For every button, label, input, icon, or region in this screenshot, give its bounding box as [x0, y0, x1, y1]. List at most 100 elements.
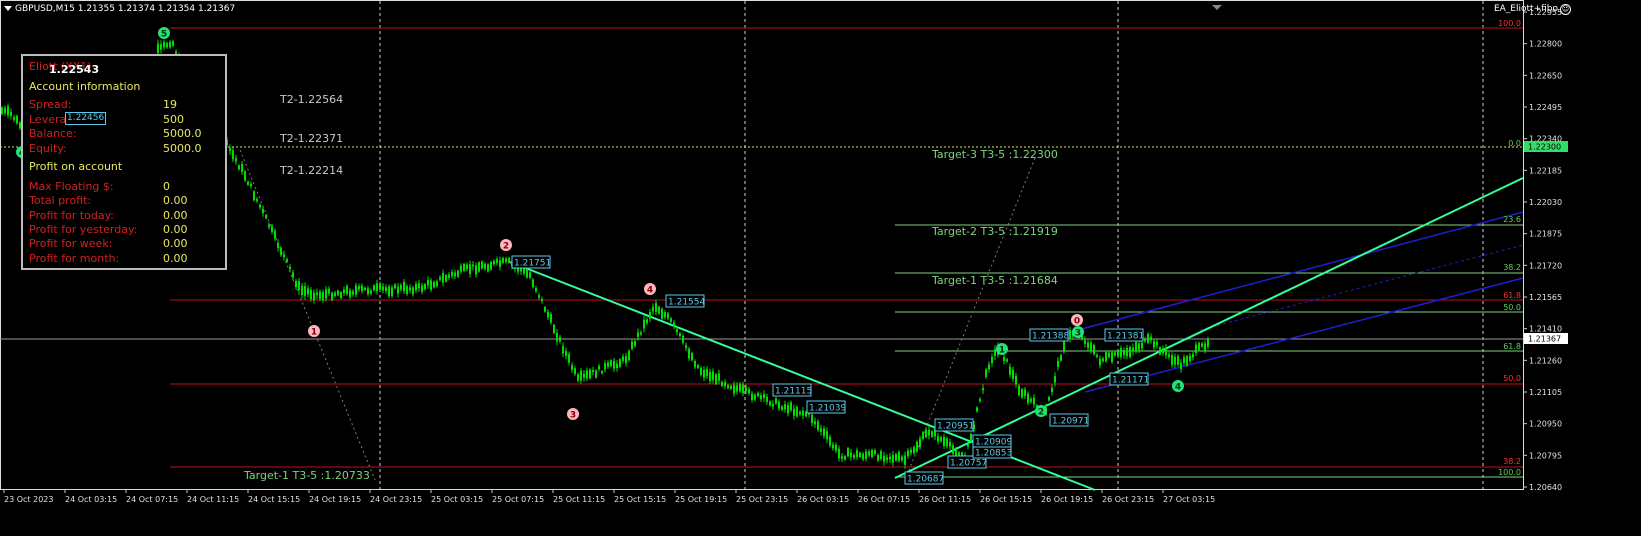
- candle-body: [592, 369, 594, 373]
- candle-body: [265, 215, 267, 219]
- candle-body: [1009, 366, 1011, 375]
- candle-body: [1162, 348, 1164, 354]
- candle-body: [544, 307, 546, 312]
- candle-body: [382, 286, 384, 291]
- price-axis-label: 1.21720: [1529, 261, 1562, 270]
- candle-body: [289, 266, 291, 270]
- candle-body: [388, 286, 390, 297]
- candle-body: [484, 263, 486, 269]
- panel-row-value: 500: [163, 112, 184, 126]
- candle-body: [1084, 340, 1086, 344]
- candle-body: [331, 292, 333, 301]
- time-axis-label: 26 Oct 15:15: [980, 495, 1032, 504]
- candle-body: [733, 384, 735, 394]
- candle-body: [1135, 342, 1137, 352]
- candle-body: [169, 41, 171, 48]
- candle-body: [835, 444, 837, 451]
- candle-body: [646, 319, 648, 324]
- candle-body: [1198, 342, 1200, 350]
- panel-row-label: Balance:: [29, 127, 77, 140]
- time-axis-label: 25 Oct 23:15: [736, 495, 788, 504]
- price-axis-label: 1.22185: [1529, 166, 1562, 175]
- candle-body: [406, 286, 408, 295]
- fibo-level-label: 38.2: [1503, 263, 1521, 272]
- candle-body: [421, 285, 423, 292]
- fibo-level-label: 23.6: [1503, 215, 1521, 224]
- candle-body: [847, 447, 849, 457]
- candle-body: [379, 283, 381, 290]
- candle-body: [985, 369, 987, 377]
- candle-body: [970, 434, 972, 442]
- fibo-level-label: 61.8: [1503, 291, 1521, 300]
- price-tag-label: 1.21171: [1112, 376, 1149, 386]
- candle-body: [400, 284, 402, 290]
- candle-body: [925, 429, 927, 438]
- price-axis-label: 1.20795: [1529, 451, 1562, 460]
- wave-label: 0: [1074, 317, 1080, 327]
- candle-body: [361, 285, 363, 292]
- candle-body: [904, 455, 906, 465]
- price-axis-label: 1.22030: [1529, 198, 1562, 207]
- candle-body: [394, 284, 396, 289]
- candle-body: [739, 383, 741, 392]
- candle-body: [1153, 341, 1155, 348]
- candle-body: [799, 412, 801, 415]
- candle-body: [697, 365, 699, 368]
- candle-body: [928, 429, 930, 436]
- candle-body: [742, 384, 744, 394]
- candle-body: [937, 436, 939, 442]
- candle-body: [439, 277, 441, 280]
- candle-body: [172, 41, 174, 46]
- candle-body: [496, 259, 498, 264]
- price-tag-label: 1.20853: [975, 449, 1012, 459]
- channel-mid-line: [1199, 244, 1524, 331]
- candle-body: [931, 431, 933, 437]
- candle-body: [376, 283, 378, 292]
- ea-name: EA_Eliott+fibo: [1493, 4, 1558, 14]
- price-chart[interactable]: 1.21751 1.21554 1.21115 1.21039 1.20951 1.206…: [0, 0, 1641, 536]
- candle-body: [1021, 389, 1023, 398]
- candle-body: [598, 365, 600, 370]
- candle-body: [505, 258, 507, 262]
- t2-label: T2-1.22371: [279, 132, 343, 145]
- candle-body: [1057, 360, 1059, 367]
- candle-body: [922, 432, 924, 440]
- candle-body: [610, 360, 612, 367]
- projection-guide-line: [904, 157, 1036, 481]
- candle-body: [442, 272, 444, 283]
- candle-body: [580, 370, 582, 381]
- candle-body: [736, 385, 738, 392]
- candle-body: [163, 42, 165, 48]
- chart-window[interactable]: 1.21751 1.21554 1.21115 1.21039 1.20951 1.206…: [0, 0, 1641, 536]
- panel-row-value: 5000.0: [163, 141, 202, 155]
- candle-body: [1069, 330, 1071, 340]
- candle-body: [1060, 355, 1062, 361]
- candle-body: [427, 280, 429, 286]
- candle-body: [1207, 339, 1209, 347]
- candle-body: [661, 308, 663, 319]
- panel-row-label: Max Floating $:: [29, 180, 114, 193]
- candle-body: [529, 272, 531, 278]
- candle-body: [721, 381, 723, 386]
- dropdown-triangle-icon[interactable]: [4, 6, 12, 11]
- overlay-price: 1.22543: [49, 63, 100, 76]
- candle-body: [277, 243, 279, 248]
- expert-advisor-label[interactable]: EA_Eliott+fibo ☺: [1494, 4, 1571, 15]
- candle-body: [979, 399, 981, 402]
- candle-body: [754, 394, 756, 400]
- candle-body: [460, 265, 462, 272]
- candle-body: [553, 324, 555, 334]
- candle-body: [424, 284, 426, 290]
- candle-body: [1051, 387, 1053, 392]
- candle-body: [778, 401, 780, 409]
- target-price-label: 1.22300: [1528, 143, 1561, 152]
- candle-body: [727, 385, 729, 388]
- candle-body: [487, 264, 489, 272]
- candle-body: [346, 286, 348, 294]
- uptrend-line: [894, 177, 1524, 479]
- price-axis-label: 1.20640: [1529, 483, 1562, 492]
- candle-body: [454, 272, 456, 277]
- candle-body: [826, 431, 828, 440]
- candle-body: [274, 230, 276, 239]
- candle-body: [724, 382, 726, 387]
